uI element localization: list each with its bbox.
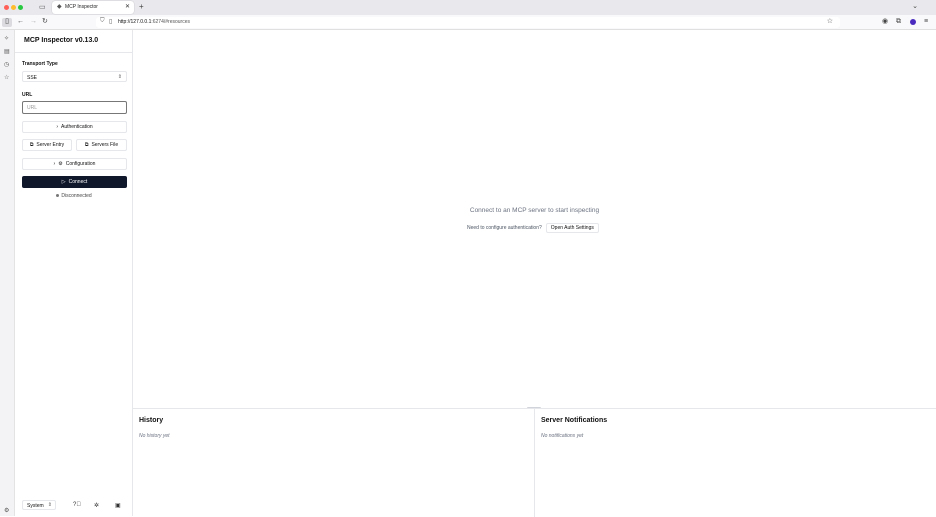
shield-icon[interactable]: ⛉ bbox=[100, 18, 105, 25]
menu-icon[interactable]: ≡ bbox=[924, 18, 928, 26]
tab-title: MCP Inspector bbox=[65, 4, 98, 10]
browser-sidebar: ✧ ▤ ◷ ☆ ⚙ bbox=[0, 30, 15, 516]
chevron-right-icon: › bbox=[56, 124, 58, 130]
app-title: MCP Inspector v0.13.0 bbox=[24, 37, 99, 44]
url-label: URL bbox=[22, 92, 33, 98]
configuration-label: Configuration bbox=[65, 161, 96, 167]
browser-tab[interactable]: ◆ MCP Inspector ✕ bbox=[52, 1, 134, 14]
notifications-empty: No notifications yet bbox=[541, 433, 584, 439]
notifications-title: Server Notifications bbox=[541, 417, 608, 424]
history-panel: History No history yet bbox=[133, 409, 535, 517]
play-icon: ▷ bbox=[61, 179, 66, 185]
status-text: Disconnected bbox=[61, 193, 92, 199]
browser-tab-bar: ▭ ◆ MCP Inspector ✕ + ⌄ bbox=[0, 0, 936, 15]
url-path: :6274/#resources bbox=[151, 19, 190, 25]
connect-button[interactable]: ▷ Connect bbox=[22, 176, 127, 188]
close-window-button[interactable] bbox=[4, 5, 9, 10]
tab-overview-icon[interactable]: ▭ bbox=[39, 3, 48, 11]
chevron-right-icon: › bbox=[53, 161, 56, 167]
browser-nav-bar: ▯ ← → ↻ ⛉ ▯ http://127.0.0.1:6274/#resou… bbox=[0, 15, 936, 30]
inspector-sidebar: MCP Inspector v0.13.0 Transport Type SSE… bbox=[15, 30, 133, 516]
connection-status: Disconnected bbox=[15, 193, 133, 199]
chevron-updown-icon: ⇕ bbox=[47, 502, 52, 508]
forward-icon[interactable]: → bbox=[30, 18, 37, 26]
theme-select[interactable]: System ⇕ bbox=[22, 500, 56, 510]
authentication-button[interactable]: › Authentication bbox=[22, 121, 127, 133]
url-host: http://127.0.0.1 bbox=[118, 19, 152, 25]
bottom-panels: History No history yet Server Notificati… bbox=[133, 408, 936, 517]
server-entry-button[interactable]: ⧉ Server Entry bbox=[22, 139, 72, 151]
connect-label: Connect bbox=[68, 179, 88, 185]
auth-prompt-row: Need to configure authentication? Open A… bbox=[467, 223, 599, 233]
new-tab-button[interactable]: + bbox=[139, 2, 144, 11]
tab-list-chevron-icon[interactable]: ⌄ bbox=[912, 2, 918, 10]
servers-file-button[interactable]: ⧉ Servers File bbox=[76, 139, 127, 151]
bug-icon[interactable]: ✲ bbox=[94, 502, 99, 509]
status-dot bbox=[56, 194, 60, 198]
address-bar[interactable]: ⛉ ▯ http://127.0.0.1:6274/#resources ☆ bbox=[96, 17, 840, 28]
ai-chat-icon[interactable]: ✧ bbox=[4, 35, 9, 42]
history-empty: No history yet bbox=[139, 433, 170, 439]
transport-type-value: SSE bbox=[27, 75, 38, 81]
extensions-icon[interactable]: ⧉ bbox=[896, 18, 901, 26]
servers-file-label: Servers File bbox=[91, 142, 119, 148]
connect-prompt: Connect to an MCP server to start inspec… bbox=[469, 207, 600, 214]
copy-icon: ⧉ bbox=[84, 142, 89, 148]
copy-icon: ⧉ bbox=[29, 142, 34, 148]
bookmark-star-icon[interactable]: ☆ bbox=[827, 17, 833, 25]
configuration-button[interactable]: › ⚙ Configuration bbox=[22, 158, 127, 170]
github-icon[interactable]: ▣ bbox=[115, 502, 121, 509]
history-title: History bbox=[139, 417, 164, 424]
url-text: http://127.0.0.1:6274/#resources bbox=[118, 19, 190, 25]
url-input[interactable] bbox=[22, 101, 127, 114]
extension-icon[interactable] bbox=[910, 19, 916, 25]
gear-icon: ⚙ bbox=[58, 161, 63, 167]
theme-value: System bbox=[27, 503, 44, 509]
sidebar-header: MCP Inspector v0.13.0 bbox=[15, 30, 133, 53]
bookmarks-icon[interactable]: ☆ bbox=[4, 74, 9, 81]
minimize-window-button[interactable] bbox=[11, 5, 16, 10]
chevron-updown-icon: ⇕ bbox=[117, 74, 122, 80]
transport-type-label: Transport Type bbox=[22, 61, 58, 67]
history-icon[interactable]: ◷ bbox=[4, 61, 9, 68]
help-icon[interactable]: ?⃝ bbox=[73, 502, 81, 508]
account-icon[interactable]: ◉ bbox=[882, 18, 888, 26]
synced-tabs-icon[interactable]: ▤ bbox=[4, 48, 10, 55]
close-tab-icon[interactable]: ✕ bbox=[125, 3, 130, 10]
page-info-icon[interactable]: ▯ bbox=[109, 18, 112, 25]
open-auth-settings-button[interactable]: Open Auth Settings bbox=[545, 223, 599, 233]
auth-question: Need to configure authentication? bbox=[467, 225, 542, 231]
maximize-window-button[interactable] bbox=[18, 5, 23, 10]
main-content: Connect to an MCP server to start inspec… bbox=[133, 30, 936, 408]
server-entry-label: Server Entry bbox=[36, 142, 65, 148]
customize-sidebar-icon[interactable]: ⚙ bbox=[4, 507, 9, 514]
reload-icon[interactable]: ↻ bbox=[42, 18, 48, 26]
mcp-favicon-icon: ◆ bbox=[57, 4, 62, 10]
notifications-panel: Server Notifications No notifications ye… bbox=[535, 409, 936, 517]
authentication-label: Authentication bbox=[60, 124, 93, 130]
sidebar-toggle-icon[interactable]: ▯ bbox=[2, 18, 12, 27]
transport-type-select[interactable]: SSE ⇕ bbox=[22, 71, 127, 82]
back-icon[interactable]: ← bbox=[17, 18, 24, 26]
